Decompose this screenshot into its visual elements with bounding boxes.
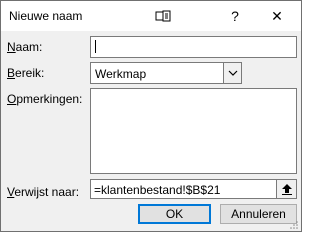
name-label-accesskey: N	[7, 40, 16, 54]
scope-label-accesskey: B	[7, 66, 16, 80]
dialog-title: Nieuwe naam	[9, 9, 83, 23]
ok-button[interactable]: OK	[138, 204, 211, 224]
resize-icon[interactable]	[153, 7, 173, 25]
refers-to-value: =klantenbestand!$B$21	[94, 183, 221, 197]
scope-dropdown[interactable]: Werkmap	[90, 62, 242, 84]
scope-label: Bereik:	[7, 66, 44, 80]
comment-label-text: pmerkingen:	[16, 92, 83, 106]
refers-to-label: Verwijst naar:	[7, 185, 79, 199]
cancel-button[interactable]: Annuleren	[220, 204, 297, 224]
collapse-dialog-icon[interactable]	[276, 180, 296, 198]
help-button[interactable]: ?	[225, 7, 245, 25]
text-caret	[95, 40, 96, 53]
chevron-down-icon[interactable]	[223, 63, 241, 83]
scope-selected-value: Werkmap	[95, 67, 147, 81]
name-label: Naam:	[7, 40, 42, 54]
name-input[interactable]	[90, 36, 297, 58]
refers-to-label-text: erwijst naar:	[14, 185, 80, 199]
comment-label: Opmerkingen:	[7, 92, 82, 106]
comment-label-accesskey: O	[7, 92, 17, 106]
size-grip-icon[interactable]	[289, 219, 299, 229]
title-bar[interactable]: Nieuwe naam ? ✕	[1, 1, 301, 31]
close-button[interactable]: ✕	[267, 7, 287, 25]
scope-label-text: ereik:	[15, 66, 45, 80]
refers-to-input[interactable]: =klantenbestand!$B$21	[90, 179, 297, 199]
name-label-text: aam:	[15, 40, 43, 54]
new-name-dialog: Nieuwe naam ? ✕ Naam: Bereik: Werkmap Op…	[0, 0, 302, 232]
comment-textarea[interactable]	[90, 88, 297, 174]
